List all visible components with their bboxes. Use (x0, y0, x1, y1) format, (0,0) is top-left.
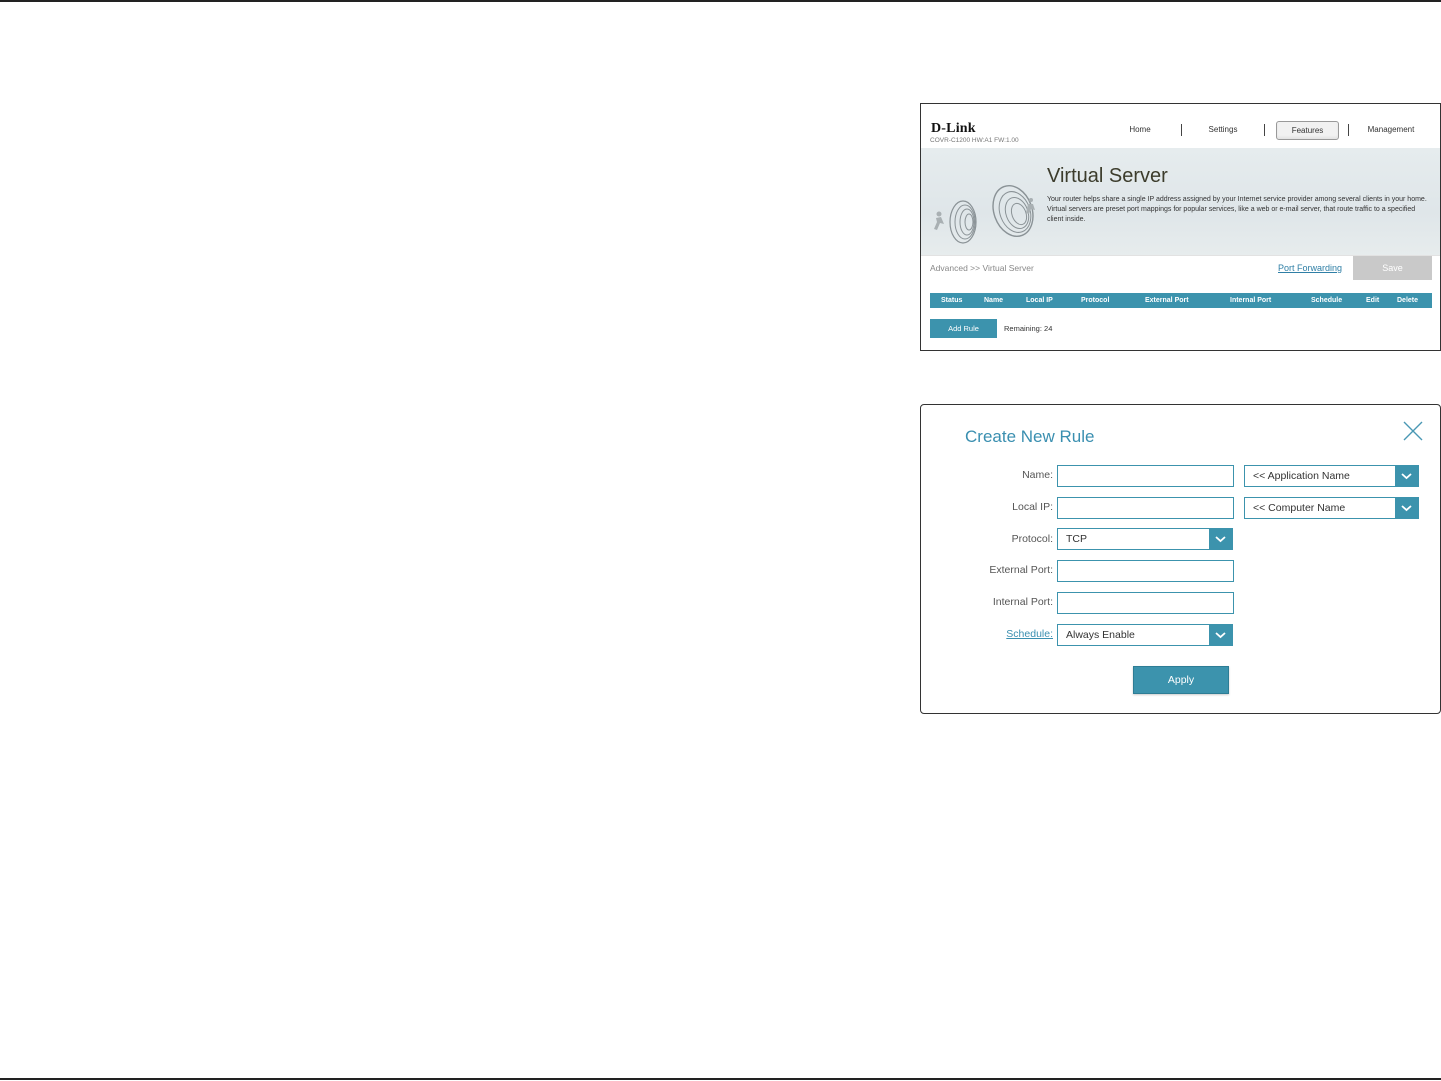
chevron-down-icon (1209, 625, 1232, 645)
protocol-select[interactable]: TCP (1057, 528, 1233, 550)
page-title: Virtual Server (1047, 165, 1168, 187)
nav-features[interactable]: Features (1276, 121, 1339, 140)
remaining-count: Remaining: 24 (1004, 324, 1053, 333)
nav-separator (1181, 124, 1182, 136)
dialog-title: Create New Rule (965, 427, 1095, 446)
application-name-select[interactable]: << Application Name (1244, 465, 1419, 487)
column-internal-port: Internal Port (1230, 297, 1272, 304)
router-header: D-Link COVR-C1200 HW:A1 FW:1.00 Home Set… (921, 104, 1440, 148)
chevron-down-icon (1209, 529, 1232, 549)
close-icon[interactable] (1401, 419, 1425, 443)
external-port-label: External Port: (989, 564, 1053, 576)
protocol-label: Protocol: (1011, 533, 1053, 545)
chevron-down-icon (1395, 466, 1418, 486)
application-name-value: << Application Name (1253, 470, 1350, 482)
column-protocol: Protocol (1081, 297, 1110, 304)
external-port-input[interactable] (1057, 560, 1234, 582)
schedule-link[interactable]: Schedule: (958, 628, 1053, 640)
virtual-server-screenshot: D-Link COVR-C1200 HW:A1 FW:1.00 Home Set… (920, 103, 1441, 351)
local-ip-label: Local IP: (1012, 501, 1053, 513)
add-rule-button[interactable]: Add Rule (930, 319, 997, 338)
column-local-ip: Local IP (1026, 297, 1053, 304)
nav-home[interactable]: Home (1119, 121, 1161, 138)
column-delete: Delete (1397, 297, 1419, 304)
column-name: Name (984, 297, 1004, 304)
port-forwarding-link[interactable]: Port Forwarding (1278, 263, 1342, 273)
internal-port-input[interactable] (1057, 592, 1234, 614)
schedule-select[interactable]: Always Enable (1057, 624, 1233, 646)
computer-name-select[interactable]: << Computer Name (1244, 497, 1419, 519)
nav-separator (1264, 124, 1265, 136)
internal-port-label: Internal Port: (992, 596, 1053, 608)
page-bottom-rule (0, 1078, 1441, 1080)
nav-settings[interactable]: Settings (1201, 121, 1245, 138)
computer-name-value: << Computer Name (1253, 502, 1346, 514)
create-rule-dialog: Create New Rule Name: << Application Nam… (920, 404, 1441, 714)
rules-table-header: Status Name Local IP Protocol External P… (930, 293, 1432, 308)
schedule-value: Always Enable (1066, 629, 1135, 641)
apply-button[interactable]: Apply (1133, 666, 1229, 694)
local-ip-input[interactable] (1057, 497, 1234, 519)
nav-separator (1348, 124, 1349, 136)
virtual-server-illustration (934, 185, 1035, 244)
dlink-logo: D-Link (931, 121, 976, 136)
name-input[interactable] (1057, 465, 1234, 487)
chevron-down-icon (1395, 498, 1418, 518)
model-info: COVR-C1200 HW:A1 FW:1.00 (930, 137, 1019, 144)
column-schedule: Schedule (1311, 297, 1343, 304)
column-status: Status (941, 297, 963, 304)
save-button[interactable]: Save (1353, 256, 1432, 280)
column-external-port: External Port (1145, 297, 1189, 304)
nav-management[interactable]: Management (1361, 121, 1421, 138)
virtual-server-banner: Virtual Server Your router helps share a… (921, 148, 1440, 256)
protocol-value: TCP (1066, 533, 1087, 545)
breadcrumb: Advanced >> Virtual Server (930, 263, 1034, 273)
column-edit: Edit (1366, 297, 1380, 304)
name-label: Name: (1022, 469, 1053, 481)
page-top-rule (0, 0, 1441, 2)
page-description: Your router helps share a single IP addr… (1047, 196, 1427, 223)
